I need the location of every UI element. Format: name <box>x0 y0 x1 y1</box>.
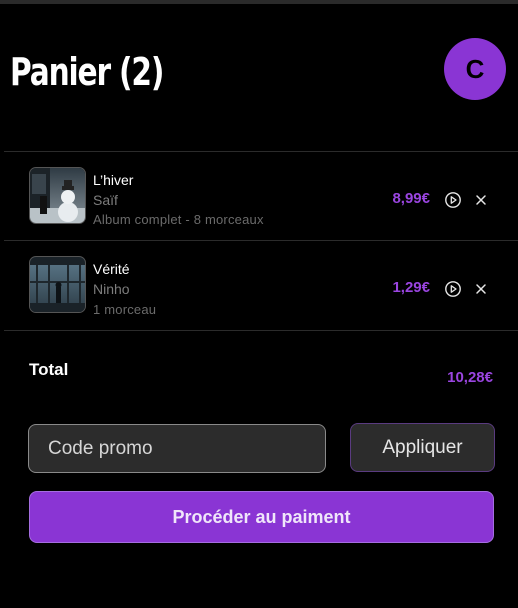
cart-item: Vérité Ninho 1 morceau 1,29€ <box>0 241 518 329</box>
item-meta: Album complet - 8 morceaux <box>93 212 264 227</box>
user-avatar[interactable]: C <box>444 38 506 100</box>
window-silhouette-cover-art <box>29 256 86 313</box>
item-price: 8,99€ <box>392 190 430 207</box>
checkout-button[interactable]: Procéder au paiment <box>29 491 494 543</box>
item-artist: Ninho <box>93 281 130 297</box>
play-preview-icon[interactable] <box>444 191 462 209</box>
cart-item: L’hiver Saïf Album complet - 8 morceaux … <box>0 152 518 240</box>
item-title: Vérité <box>93 261 130 277</box>
promo-code-input[interactable] <box>28 424 326 473</box>
item-artist: Saïf <box>93 192 118 208</box>
item-price: 1,29€ <box>392 279 430 296</box>
remove-item-icon[interactable] <box>473 281 489 297</box>
item-title: L’hiver <box>93 172 134 188</box>
snowman-cover-art <box>29 167 86 224</box>
total-value: 10,28€ <box>447 369 493 386</box>
divider <box>4 330 518 331</box>
apply-promo-button[interactable]: Appliquer <box>350 423 495 472</box>
play-preview-icon[interactable] <box>444 280 462 298</box>
remove-item-icon[interactable] <box>473 192 489 208</box>
total-label: Total <box>29 360 69 379</box>
page-title: Panier (2) <box>10 50 164 94</box>
cart-header: Panier (2) C <box>0 0 518 152</box>
item-meta: 1 morceau <box>93 302 157 317</box>
